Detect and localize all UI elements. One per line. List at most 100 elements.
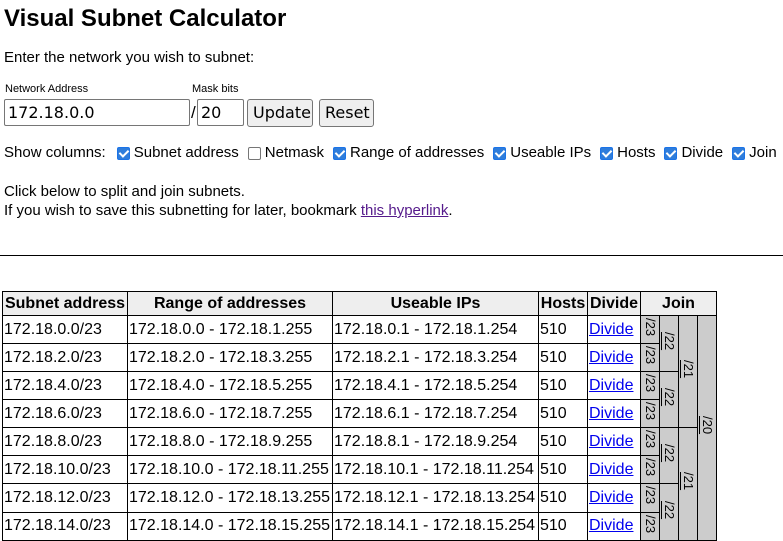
checkbox-label-hosts[interactable]: Hosts — [617, 144, 655, 162]
join-21-link[interactable]: /21 — [680, 360, 696, 378]
cell-useable: 172.18.10.1 - 172.18.11.254 — [332, 455, 539, 485]
cell-useable: 172.18.0.1 - 172.18.1.254 — [332, 314, 539, 345]
mask-separator: / — [191, 103, 196, 122]
join-23-label: /23 — [643, 402, 658, 421]
join-23-label: /23 — [643, 374, 658, 393]
cell-subnet: 172.18.14.0/23 — [2, 511, 128, 541]
table-row: 172.18.2.0/23 172.18.2.0 - 172.18.3.255 … — [2, 343, 717, 373]
join-23: /23 — [640, 511, 660, 541]
bookmark-link[interactable]: this hyperlink — [361, 202, 449, 219]
cell-divide: Divide — [587, 483, 641, 513]
join-21[interactable]: /21 — [678, 427, 698, 541]
cell-subnet: 172.18.0.0/23 — [2, 314, 128, 345]
cell-useable: 172.18.4.1 - 172.18.5.254 — [332, 371, 539, 401]
checkbox-range-of-addresses[interactable] — [332, 146, 346, 160]
divide-link[interactable]: Divide — [589, 433, 633, 450]
checkbox-label-subnet-address[interactable]: Subnet address — [134, 144, 239, 162]
checkbox-label-join[interactable]: Join — [749, 144, 777, 162]
cell-subnet: 172.18.10.0/23 — [2, 455, 128, 485]
cell-subnet: 172.18.2.0/23 — [2, 343, 128, 373]
join-21-link[interactable]: /21 — [680, 472, 696, 490]
checkbox-label-useable-ips[interactable]: Useable IPs — [510, 144, 591, 162]
cell-useable: 172.18.8.1 - 172.18.9.254 — [332, 427, 539, 457]
network-address-input[interactable]: 172.18.0.0 — [4, 99, 190, 126]
reset-button[interactable]: Reset — [319, 99, 374, 127]
header-range-of-addresses: Range of addresses — [127, 291, 333, 316]
table-row: 172.18.0.0/23 172.18.0.0 - 172.18.1.255 … — [2, 314, 717, 541]
page-title: Visual Subnet Calculator — [4, 5, 287, 32]
cell-hosts: 510 — [538, 427, 588, 457]
join-23: /23 — [640, 343, 660, 373]
join-23-label: /23 — [643, 458, 658, 477]
divide-link[interactable]: Divide — [589, 377, 633, 394]
table-row: 172.18.8.0/23 172.18.8.0 - 172.18.9.255 … — [2, 427, 717, 541]
cell-subnet: 172.18.8.0/23 — [2, 427, 128, 457]
checkbox-label-divide[interactable]: Divide — [681, 144, 723, 162]
cell-hosts: 510 — [538, 483, 588, 513]
join-23: /23 — [640, 314, 660, 345]
join-22[interactable]: /22 — [659, 371, 679, 429]
table-row: 172.18.12.0/23 172.18.12.0 - 172.18.13.2… — [2, 483, 717, 541]
checkbox-divide[interactable] — [664, 146, 678, 160]
cell-useable: 172.18.12.1 - 172.18.13.254 — [332, 483, 539, 513]
join-21[interactable]: /21 — [678, 314, 698, 429]
table-row: 172.18.14.0/23 172.18.14.0 - 172.18.15.2… — [2, 511, 717, 541]
cell-range: 172.18.14.0 - 172.18.15.255 — [127, 511, 333, 541]
cell-divide: Divide — [587, 511, 641, 541]
join-22-link[interactable]: /22 — [661, 501, 677, 519]
divide-link[interactable]: Divide — [589, 405, 633, 422]
join-20-link[interactable]: /20 — [699, 416, 715, 434]
checkbox-netmask[interactable] — [247, 146, 261, 160]
divide-link[interactable]: Divide — [589, 517, 633, 534]
help-line-2-suffix: . — [448, 202, 453, 219]
cell-useable: 172.18.2.1 - 172.18.3.254 — [332, 343, 539, 373]
join-22[interactable]: /22 — [659, 314, 679, 373]
join-23: /23 — [640, 427, 660, 457]
cell-hosts: 510 — [538, 455, 588, 485]
help-text: Click below to split and join subnets. I… — [4, 182, 453, 220]
help-line-2-prefix: If you wish to save this subnetting for … — [4, 202, 361, 219]
show-columns: Show columns: Subnet address Netmask Ran… — [4, 144, 777, 162]
divide-link[interactable]: Divide — [589, 321, 633, 338]
cell-subnet: 172.18.12.0/23 — [2, 483, 128, 513]
join-23: /23 — [640, 455, 660, 485]
cell-range: 172.18.2.0 - 172.18.3.255 — [127, 343, 333, 373]
join-22-link[interactable]: /22 — [661, 332, 677, 350]
cell-divide: Divide — [587, 371, 641, 401]
header-divide: Divide — [587, 291, 641, 316]
cell-range: 172.18.8.0 - 172.18.9.255 — [127, 427, 333, 457]
join-22[interactable]: /22 — [659, 427, 679, 485]
cell-hosts: 510 — [538, 371, 588, 401]
update-button[interactable]: Update — [247, 99, 313, 127]
cell-range: 172.18.6.0 - 172.18.7.255 — [127, 399, 333, 429]
table-row: 172.18.6.0/23 172.18.6.0 - 172.18.7.255 … — [2, 399, 717, 429]
join-22-link[interactable]: /22 — [661, 388, 677, 406]
join-20[interactable]: /20 — [697, 315, 717, 541]
cell-hosts: 510 — [538, 343, 588, 373]
checkbox-label-range-of-addresses[interactable]: Range of addresses — [350, 144, 484, 162]
table-row: 172.18.10.0/23 172.18.10.0 - 172.18.11.2… — [2, 455, 717, 485]
subnet-table: Subnet address Range of addresses Useabl… — [2, 291, 717, 541]
cell-range: 172.18.4.0 - 172.18.5.255 — [127, 371, 333, 401]
checkbox-hosts[interactable] — [600, 146, 614, 160]
mask-bits-label: Mask bits — [192, 83, 239, 95]
mask-bits-input[interactable]: 20 — [197, 99, 244, 126]
header-join: Join — [640, 291, 717, 316]
cell-range: 172.18.10.0 - 172.18.11.255 — [127, 455, 333, 485]
checkbox-label-netmask[interactable]: Netmask — [265, 144, 324, 162]
divide-link[interactable]: Divide — [589, 489, 633, 506]
intro-text: Enter the network you wish to subnet: — [4, 49, 255, 66]
separator — [0, 255, 783, 256]
join-22-link[interactable]: /22 — [661, 444, 677, 462]
join-22[interactable]: /22 — [659, 483, 679, 541]
cell-hosts: 510 — [538, 314, 588, 345]
divide-link[interactable]: Divide — [589, 461, 633, 478]
join-23-label: /23 — [643, 430, 658, 449]
checkbox-useable-ips[interactable] — [493, 146, 507, 160]
cell-range: 172.18.12.0 - 172.18.13.255 — [127, 483, 333, 513]
checkbox-join[interactable] — [732, 146, 746, 160]
checkbox-subnet-address[interactable] — [116, 146, 130, 160]
divide-link[interactable]: Divide — [589, 349, 633, 366]
cell-hosts: 510 — [538, 511, 588, 541]
cell-useable: 172.18.14.1 - 172.18.15.254 — [332, 511, 539, 541]
